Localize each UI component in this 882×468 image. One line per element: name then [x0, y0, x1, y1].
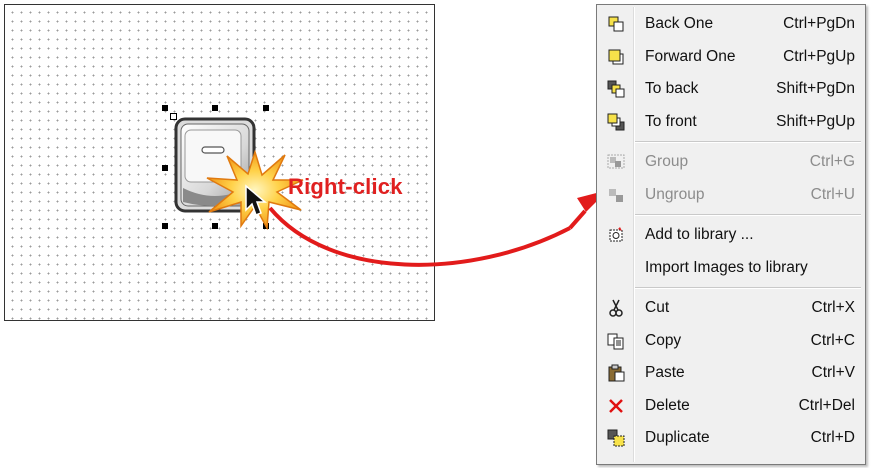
paste-icon	[607, 364, 625, 382]
ungroup-icon	[607, 186, 625, 204]
menu-item-shortcut: Ctrl+V	[811, 364, 856, 381]
group-icon	[607, 153, 625, 171]
selection-handle[interactable]	[162, 105, 168, 111]
menu-item-duplicate[interactable]: Duplicate Ctrl+D	[597, 422, 865, 454]
menu-item-label: Import Images to library	[645, 258, 808, 276]
menu-item-shortcut: Ctrl+Del	[798, 396, 855, 414]
menu-item-label: Back One	[645, 15, 714, 32]
menu-item-shortcut: Ctrl+C	[810, 331, 855, 349]
duplicate-icon	[607, 429, 625, 447]
menu-item-shortcut: Shift+PgUp	[776, 112, 855, 130]
menu-item-label: Delete	[645, 396, 690, 414]
menu-item-label: Duplicate	[645, 429, 710, 446]
menu-item-shortcut: Ctrl+G	[809, 153, 855, 170]
selection-handle[interactable]	[162, 223, 168, 229]
menu-item-import-images-to-library[interactable]: Import Images to library	[597, 252, 865, 284]
delete-icon	[607, 397, 625, 415]
menu-item-add-to-library[interactable]: Add to library ...	[597, 219, 865, 251]
menu-item-shortcut: Ctrl+U	[810, 185, 855, 203]
to-front-icon	[607, 113, 625, 131]
menu-item-label: To front	[645, 112, 697, 130]
menu-item-label: Add to library ...	[645, 226, 754, 243]
menu-item-shortcut: Ctrl+PgUp	[783, 47, 855, 65]
right-click-annotation: Right-click	[288, 174, 403, 199]
to-back-icon	[607, 80, 625, 98]
menu-item-forward-one[interactable]: Forward One Ctrl+PgUp	[597, 41, 865, 73]
menu-item-delete[interactable]: Delete Ctrl+Del	[597, 390, 865, 422]
add-to-library-icon	[607, 226, 625, 244]
menu-item-paste[interactable]: Paste Ctrl+V	[597, 357, 865, 389]
menu-item-back-one[interactable]: Back One Ctrl+PgDn	[597, 8, 865, 40]
selection-handle[interactable]	[212, 105, 218, 111]
menu-item-shortcut: Ctrl+PgDn	[783, 15, 855, 32]
context-menu: Back One Ctrl+PgDn Forward One Ctrl+PgUp To …	[596, 4, 866, 465]
menu-item-label: Cut	[645, 299, 670, 316]
menu-item-label: To back	[645, 80, 699, 97]
mouse-pointer-icon	[245, 184, 268, 216]
menu-item-label: Copy	[645, 331, 682, 349]
menu-separator	[635, 141, 861, 143]
selection-handle[interactable]	[162, 165, 168, 171]
forward-one-icon	[607, 48, 625, 66]
back-one-icon	[607, 15, 625, 33]
menu-item-to-back[interactable]: To back Shift+PgDn	[597, 73, 865, 105]
menu-item-group[interactable]: Group Ctrl+G	[597, 146, 865, 178]
menu-item-shortcut: Ctrl+D	[810, 429, 855, 446]
menu-item-ungroup[interactable]: Ungroup Ctrl+U	[597, 179, 865, 211]
menu-item-label: Forward One	[645, 47, 736, 65]
copy-icon	[607, 332, 625, 350]
menu-item-label: Ungroup	[645, 185, 705, 203]
scissors-icon	[607, 299, 625, 317]
menu-separator	[635, 287, 861, 289]
menu-item-cut[interactable]: Cut Ctrl+X	[597, 292, 865, 324]
menu-item-shortcut: Ctrl+X	[811, 299, 856, 316]
menu-item-label: Paste	[645, 364, 685, 381]
selection-handle[interactable]	[263, 105, 269, 111]
menu-item-shortcut: Shift+PgDn	[776, 80, 855, 97]
menu-item-label: Group	[645, 153, 689, 170]
menu-item-to-front[interactable]: To front Shift+PgUp	[597, 106, 865, 138]
menu-item-copy[interactable]: Copy Ctrl+C	[597, 325, 865, 357]
menu-separator	[635, 214, 861, 216]
